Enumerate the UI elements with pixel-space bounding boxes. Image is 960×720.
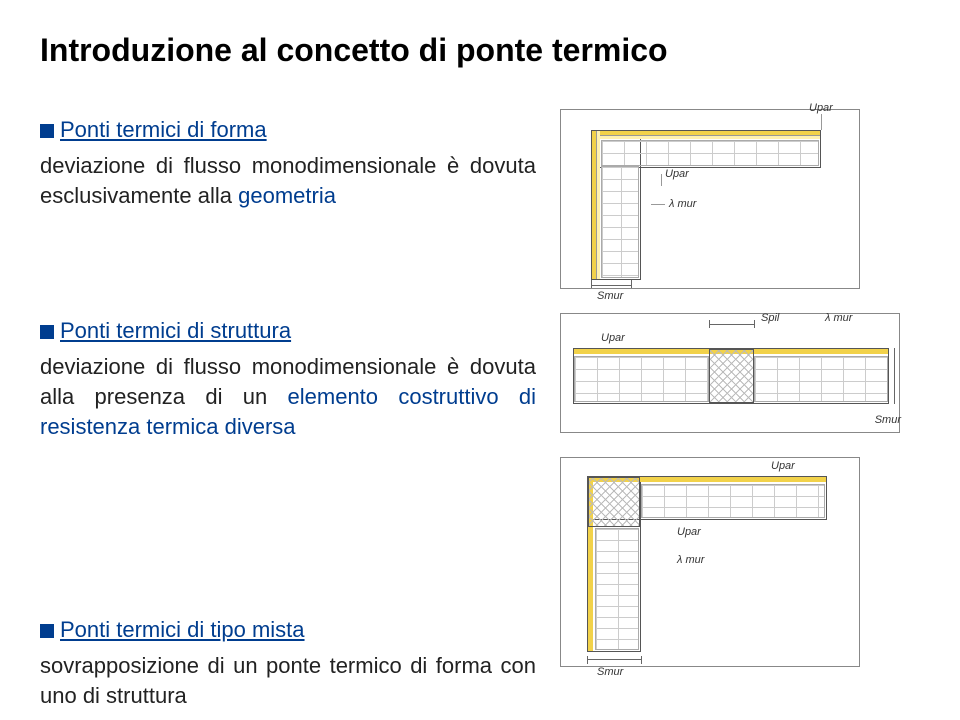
heading-forma: Ponti termici di forma [40,117,536,151]
heading-text: Ponti termici di forma [60,117,267,143]
heading-struttura: Ponti termici di struttura [40,318,536,352]
label-smur: Smur [597,290,623,302]
heading-text: Ponti termici di struttura [60,318,291,344]
label-lambda: λ mur [825,312,852,324]
label-lambda: λ mur [677,554,704,566]
body-pre: sovrapposizione di un ponte termico di f… [40,653,536,708]
label-spil: Spil [761,312,779,324]
label-upar: Upar [809,102,833,114]
heading-mista: Ponti termici di tipo mista [40,617,536,651]
section-mista: Ponti termici di tipo mista sovrapposizi… [40,617,536,710]
body-blue: geometria [238,183,336,208]
diagram-mista: Upar Upar λ mur Smur [560,457,860,667]
label-smur: Smur [875,414,901,426]
body-forma: deviazione di flusso monodimensionale è … [40,151,536,210]
content: Ponti termici di forma deviazione di flu… [40,109,920,711]
body-mista: sovrapposizione di un ponte termico di f… [40,651,536,710]
heading-text: Ponti termici di tipo mista [60,617,305,643]
bullet-icon [40,325,54,339]
label-lambda: λ mur [669,198,696,210]
label-upar2: Upar [677,526,701,538]
bullet-icon [40,624,54,638]
diagram-struttura: Upar Spil λ mur Smur [560,313,900,433]
diagram-forma: Upar Upar λ mur Smur [560,109,860,289]
label-upar: Upar [601,332,625,344]
label-upar2: Upar [665,168,689,180]
section-forma: Ponti termici di forma deviazione di flu… [40,117,536,210]
label-smur: Smur [597,666,623,678]
left-column: Ponti termici di forma deviazione di flu… [40,109,536,711]
page-title: Introduzione al concetto di ponte termic… [40,32,920,69]
section-struttura: Ponti termici di struttura deviazione di… [40,318,536,441]
right-column: Upar Upar λ mur Smur Upar Spil λ mur Smu… [560,109,920,711]
label-upar: Upar [771,460,795,472]
body-struttura: deviazione di flusso monodimensionale è … [40,352,536,441]
bullet-icon [40,124,54,138]
